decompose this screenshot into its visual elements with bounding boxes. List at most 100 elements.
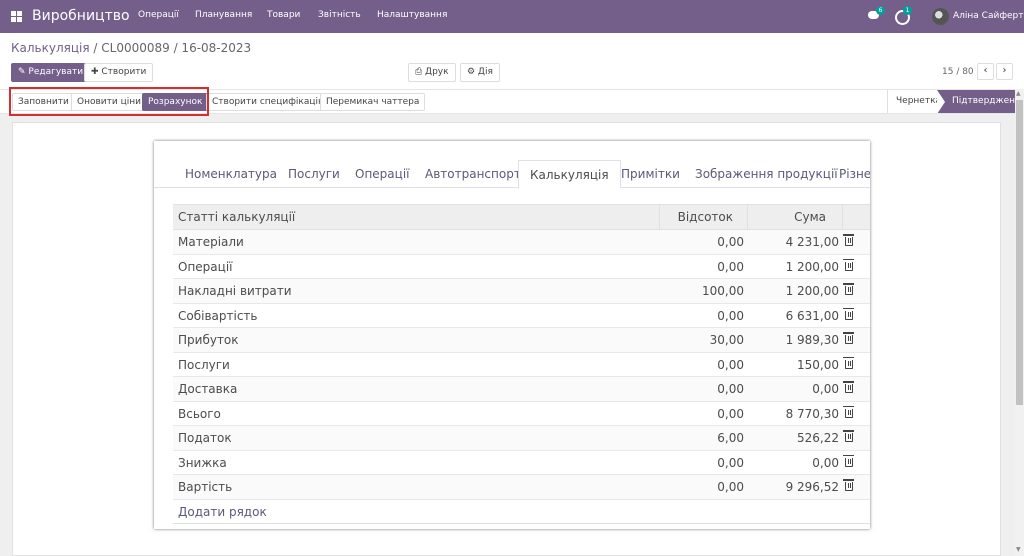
row-sum[interactable]: 1 200,00	[747, 255, 839, 279]
table-row[interactable]: Вартість 0,00 9 296,52	[173, 475, 870, 500]
row-item-name[interactable]: Вартість	[178, 475, 232, 499]
trash-icon[interactable]	[843, 430, 854, 442]
row-percent[interactable]: 0,00	[659, 304, 744, 328]
breadcrumb: Калькуляція / CL0000089 / 16-08-2023	[11, 41, 251, 55]
print-button[interactable]: ⎙ Друк	[408, 63, 456, 82]
chat-badge: 6	[876, 6, 885, 15]
tab-services[interactable]: Послуги	[288, 160, 340, 188]
row-percent[interactable]: 0,00	[659, 475, 744, 499]
table-row[interactable]: Всього 0,00 8 770,30	[173, 402, 870, 426]
trash-icon[interactable]	[843, 479, 854, 491]
row-sum[interactable]: 4 231,00	[747, 230, 839, 254]
tab-operations[interactable]: Операції	[355, 160, 409, 188]
pager-value[interactable]: 15 / 80	[942, 67, 974, 77]
action-button[interactable]: ⚙ Дія	[460, 63, 500, 82]
row-percent[interactable]: 0,00	[659, 451, 744, 475]
row-sum[interactable]: 1 989,30	[747, 328, 839, 352]
row-percent[interactable]: 0,00	[659, 402, 744, 426]
add-line-link[interactable]: Додати рядок	[173, 500, 870, 524]
row-sum[interactable]: 150,00	[747, 353, 839, 377]
table-row[interactable]: Податок 6,00 526,22	[173, 426, 870, 451]
tab-misc[interactable]: Різне	[839, 160, 870, 188]
app-title[interactable]: Виробництво	[32, 8, 130, 24]
tab-vehicles[interactable]: Автотранспорт	[425, 160, 521, 188]
header-percent[interactable]: Відсоток	[659, 205, 747, 230]
trash-icon[interactable]	[843, 356, 854, 369]
row-percent[interactable]: 0,00	[659, 377, 744, 401]
chat-icon[interactable]: 6	[868, 6, 885, 21]
pager-prev-button[interactable]: ‹	[977, 63, 994, 80]
create-button[interactable]: ✚ Створити	[84, 63, 154, 82]
table-row[interactable]: Операції 0,00 1 200,00	[173, 255, 870, 279]
row-item-name[interactable]: Собівартість	[178, 304, 257, 328]
create-bom-button[interactable]: Створити специфікацію	[206, 93, 332, 111]
menu-item-products[interactable]: Товари	[267, 10, 300, 20]
table-row[interactable]: Собівартість 0,00 6 631,00	[173, 304, 870, 328]
row-percent[interactable]: 0,00	[659, 255, 744, 279]
table-row[interactable]: Матеріали 0,00 4 231,00	[173, 230, 870, 255]
avatar[interactable]	[932, 8, 949, 25]
stage-confirmed[interactable]: Підтверджено	[937, 90, 1021, 114]
row-item-name[interactable]: Матеріали	[178, 230, 244, 254]
table-row[interactable]: Доставка 0,00 0,00	[173, 377, 870, 402]
row-percent[interactable]: 30,00	[659, 328, 744, 352]
trash-icon[interactable]	[843, 332, 854, 344]
apps-grid-icon[interactable]	[11, 11, 22, 22]
row-sum[interactable]: 526,22	[747, 426, 839, 450]
trash-icon[interactable]	[843, 283, 854, 295]
notebook-tabs: Номенклатура Послуги Операції Автотрансп…	[154, 160, 870, 189]
trash-icon[interactable]	[843, 258, 854, 271]
table-row[interactable]: Прибуток 30,00 1 989,30	[173, 328, 870, 353]
header-sum[interactable]: Сума	[747, 205, 843, 230]
header-items[interactable]: Статті калькуляції	[178, 205, 295, 230]
row-percent[interactable]: 0,00	[659, 230, 744, 254]
row-item-name[interactable]: Накладні витрати	[178, 279, 292, 303]
trash-icon[interactable]	[843, 234, 854, 246]
row-sum[interactable]: 6 631,00	[747, 304, 839, 328]
trash-icon[interactable]	[843, 405, 854, 418]
scroll-thumb[interactable]	[1016, 100, 1023, 405]
tab-product-images[interactable]: Зображення продукції	[695, 160, 838, 188]
table-body: Матеріали 0,00 4 231,00 Операції 0,00 1 200,0…	[173, 230, 870, 500]
row-item-name[interactable]: Послуги	[178, 353, 230, 377]
tab-notes[interactable]: Примітки	[621, 160, 680, 188]
row-item-name[interactable]: Знижка	[178, 451, 227, 475]
row-sum[interactable]: 0,00	[747, 451, 839, 475]
row-sum[interactable]: 9 296,52	[747, 475, 839, 499]
menu-item-planning[interactable]: Планування	[195, 10, 252, 20]
menu-item-settings[interactable]: Налаштування	[377, 10, 447, 20]
annotation-highlight-box	[9, 87, 209, 116]
row-percent[interactable]: 6,00	[659, 426, 744, 450]
trash-icon[interactable]	[843, 454, 854, 467]
pager-next-button[interactable]: ›	[996, 63, 1013, 80]
menu-item-operations[interactable]: Операції	[138, 10, 179, 20]
scroll-up-arrow-icon[interactable]: ▲	[1016, 90, 1021, 97]
user-name[interactable]: Аліна Сайферт	[953, 11, 1024, 21]
trash-icon[interactable]	[843, 307, 854, 320]
edit-button[interactable]: ✎ Редагувати	[11, 63, 91, 82]
tab-calculation[interactable]: Калькуляція	[518, 160, 621, 189]
trash-icon[interactable]	[843, 381, 854, 393]
row-sum[interactable]: 0,00	[747, 377, 839, 401]
breadcrumb-parent[interactable]: Калькуляція	[11, 41, 90, 55]
table-row[interactable]: Знижка 0,00 0,00	[173, 451, 870, 475]
row-sum[interactable]: 8 770,30	[747, 402, 839, 426]
breadcrumb-current: CL0000089 / 16-08-2023	[101, 41, 252, 55]
page-scrollbar[interactable]: ▲ ▼	[1015, 89, 1024, 556]
row-percent[interactable]: 100,00	[659, 279, 744, 303]
activity-clock-icon[interactable]: 1	[895, 6, 912, 25]
calculation-table: Статті калькуляції Відсоток Сума Матеріа…	[173, 204, 870, 524]
chatter-toggle-button[interactable]: Перемикач чаттера	[320, 93, 426, 111]
row-item-name[interactable]: Податок	[178, 426, 232, 450]
row-item-name[interactable]: Прибуток	[178, 328, 239, 352]
table-row[interactable]: Послуги 0,00 150,00	[173, 353, 870, 377]
tab-nomenclature[interactable]: Номенклатура	[185, 160, 277, 188]
row-sum[interactable]: 1 200,00	[747, 279, 839, 303]
row-percent[interactable]: 0,00	[659, 353, 744, 377]
scroll-down-arrow-icon[interactable]: ▼	[1016, 546, 1021, 553]
table-row[interactable]: Накладні витрати 100,00 1 200,00	[173, 279, 870, 304]
row-item-name[interactable]: Всього	[178, 402, 221, 426]
row-item-name[interactable]: Операції	[178, 255, 232, 279]
menu-item-reporting[interactable]: Звітність	[318, 10, 361, 20]
row-item-name[interactable]: Доставка	[178, 377, 237, 401]
